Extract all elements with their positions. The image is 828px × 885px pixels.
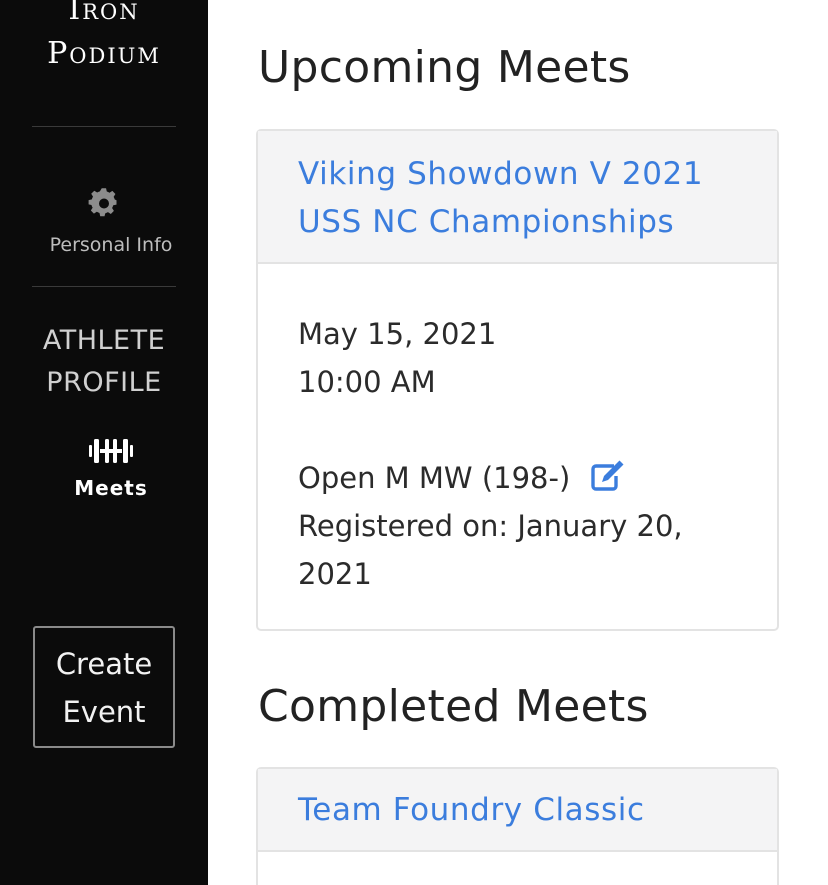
sidebar-item-meets[interactable]: Meets (0, 432, 208, 512)
create-event-button[interactable]: Create Event (33, 626, 175, 748)
section-heading-line-2: PROFILE (46, 367, 162, 398)
gear-icon (88, 188, 117, 217)
sidebar-divider (32, 126, 176, 127)
main-content: Upcoming Meets Viking Showdown V 2021 US… (208, 0, 828, 885)
meet-card-body: May 15, 2021 10:00 AM Open M MW (198-) R… (258, 264, 777, 628)
meet-card-header: Viking Showdown V 2021 USS NC Championsh… (258, 131, 777, 264)
meet-card: Viking Showdown V 2021 USS NC Championsh… (256, 129, 779, 631)
edit-icon[interactable] (590, 458, 626, 492)
brand-logo[interactable]: Iron Podium (0, 0, 208, 76)
meet-title-link[interactable]: Viking Showdown V 2021 USS NC Championsh… (298, 150, 737, 246)
sidebar-item-label: Personal Info (49, 234, 173, 256)
sidebar-divider (32, 286, 176, 287)
meet-card: Team Foundry Classic (256, 767, 779, 885)
brand-line-2: Podium (47, 36, 161, 71)
meet-division: Open M MW (198-) (298, 461, 571, 495)
create-event-label-line-2: Event (62, 695, 146, 729)
create-event-label-line-1: Create (55, 647, 153, 681)
sidebar: Iron Podium Personal Info ATHLETE PROFIL… (0, 0, 208, 885)
meet-date: May 15, 2021 (298, 317, 497, 351)
upcoming-meets-heading: Upcoming Meets (258, 42, 631, 93)
brand-line-1: Iron (68, 0, 140, 27)
sidebar-item-label: Meets (74, 476, 148, 500)
meet-time: 10:00 AM (298, 365, 436, 399)
meet-title-link[interactable]: Team Foundry Classic (298, 786, 737, 834)
app-root: Iron Podium Personal Info ATHLETE PROFIL… (0, 0, 828, 885)
section-heading-line-1: ATHLETE (42, 325, 166, 356)
completed-meets-heading: Completed Meets (258, 681, 649, 732)
dumbbell-icon (89, 439, 133, 463)
meet-division-row: Open M MW (198-) (298, 454, 737, 502)
sidebar-item-personal-info[interactable]: Personal Info (0, 188, 208, 268)
sidebar-section-heading: ATHLETE PROFILE (0, 320, 208, 404)
meet-card-header: Team Foundry Classic (258, 769, 777, 852)
meet-registered-date: Registered on: January 20, 2021 (298, 509, 683, 591)
